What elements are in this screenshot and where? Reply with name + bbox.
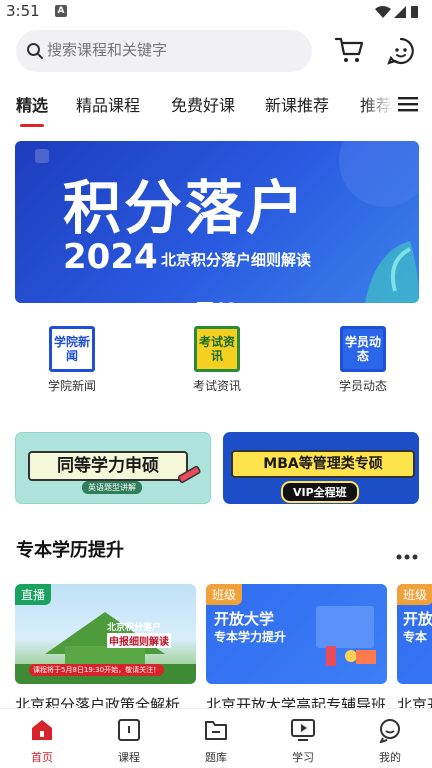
promo-title: 同等学力申硕 [28,451,188,481]
course-badge: 班级 [206,584,243,605]
message-icon[interactable] [386,36,416,70]
thumbnail-title: 开放 [403,610,432,628]
carousel-dot[interactable] [228,302,234,303]
more-icon[interactable] [396,545,418,564]
quick-link-label: 学院新闻 [47,379,96,393]
quick-link-student-news[interactable]: 学员动态 学员动态 [313,326,413,394]
promo-subtitle: 英语题型讲解 [82,481,142,494]
nav-label: 我的 [379,751,401,764]
banner-year: 2024 [63,237,158,277]
course-icon [94,717,164,743]
search-input[interactable] [47,41,297,59]
profile-icon [355,717,425,743]
quick-link-exam-info[interactable]: 考试资讯 考试资讯 [167,326,267,394]
news-icon: 学院新闻 [49,326,95,372]
course-thumbnail: 直播 北京积分落户 申报细则解读 课程将于5月8日19:30开始，敬请关注！ [15,584,196,684]
search-box[interactable] [16,30,312,72]
thumbnail-note: 课程将于5月8日19:30开始，敬请关注！ [29,664,165,676]
thumbnail-title: 开放大学 [214,610,275,628]
carousel-dot[interactable] [218,302,224,303]
tabs-fade [362,88,432,132]
status-bar: 3:51 A [0,0,432,24]
course-card[interactable]: 班级 开放 专本 北京开放大学 [397,584,432,715]
thumbnail-title: 北京积分落户 [107,623,162,633]
course-card[interactable]: 直播 北京积分落户 申报细则解读 课程将于5月8日19:30开始，敬请关注！ 北… [15,584,196,715]
quick-link-label: 考试资讯 [192,379,241,393]
status-time: 3:51 [6,2,40,20]
system-status-icons [374,4,420,24]
nav-study[interactable]: 学习 [268,717,338,765]
course-badge: 班级 [397,584,432,605]
tab-free-courses[interactable]: 免费好课 [171,92,235,116]
active-tab-indicator [20,124,44,127]
bottom-navigation: 首页 课程 题库 学习 我的 [0,708,432,768]
promo-card-mba[interactable]: MBA等管理类专硕 VIP全程班 [223,432,419,504]
category-tabs: 精选 精品课程 免费好课 新课推荐 推荐 [0,88,432,132]
nav-question-bank[interactable]: 题库 [181,717,251,765]
banner-subtitle: 北京积分落户细则解读 [161,251,312,269]
course-thumbnail: 班级 开放 专本 [397,584,432,684]
quick-link-label: 学员动态 [338,379,387,393]
thumbnail-subtitle: 申报细则解读 [107,633,171,648]
exam-info-icon: 考试资讯 [194,326,240,372]
tab-new-courses[interactable]: 新课推荐 [265,92,329,116]
home-icon [7,717,77,743]
section-title: 专本学历提升 [16,540,124,561]
tab-featured[interactable]: 精选 [16,92,48,116]
course-card[interactable]: 班级 开放大学 专本学力提升 北京开放大学高起专辅导班 [206,584,387,715]
nav-label: 课程 [118,751,140,764]
hero-banner[interactable]: 积分落户 2024 北京积分落户细则解读 [15,141,419,303]
course-thumbnail: 班级 开放大学 专本学力提升 [206,584,387,684]
nav-label: 首页 [31,751,53,764]
carousel-dots [196,292,238,303]
promo-title: MBA等管理类专硕 [231,450,415,478]
course-badge: 直播 [15,584,52,605]
notification-icon: A [55,5,67,17]
wifi-signal-battery-icon [375,6,418,18]
menu-icon[interactable] [398,96,418,116]
thumbnail-subtitle: 专本学力提升 [214,630,287,644]
nav-label: 题库 [205,751,227,764]
promo-subtitle: VIP全程班 [281,481,359,503]
student-news-icon: 学员动态 [340,326,386,372]
nav-home[interactable]: 首页 [7,717,77,765]
quick-links: 学院新闻 学院新闻 考试资讯 考试资讯 学员动态 学员动态 [0,326,432,398]
carousel-dot[interactable] [196,302,214,303]
nav-label: 学习 [292,751,314,764]
question-bank-icon [181,717,251,743]
banner-title: 积分落户 [63,174,308,242]
quick-link-college-news[interactable]: 学院新闻 学院新闻 [22,326,122,394]
study-icon [268,717,338,743]
nav-courses[interactable]: 课程 [94,717,164,765]
tab-premium-courses[interactable]: 精品课程 [76,92,140,116]
search-icon [26,42,44,64]
thumbnail-subtitle: 专本 [403,630,428,644]
promo-card-equivalent-degree[interactable]: 同等学力申硕 英语题型讲解 [15,432,211,504]
section-header: 专本学历提升 [16,536,418,564]
pencil-icon [177,465,201,483]
nav-profile[interactable]: 我的 [355,717,425,765]
search-row [16,30,426,74]
cart-icon[interactable] [334,36,364,68]
